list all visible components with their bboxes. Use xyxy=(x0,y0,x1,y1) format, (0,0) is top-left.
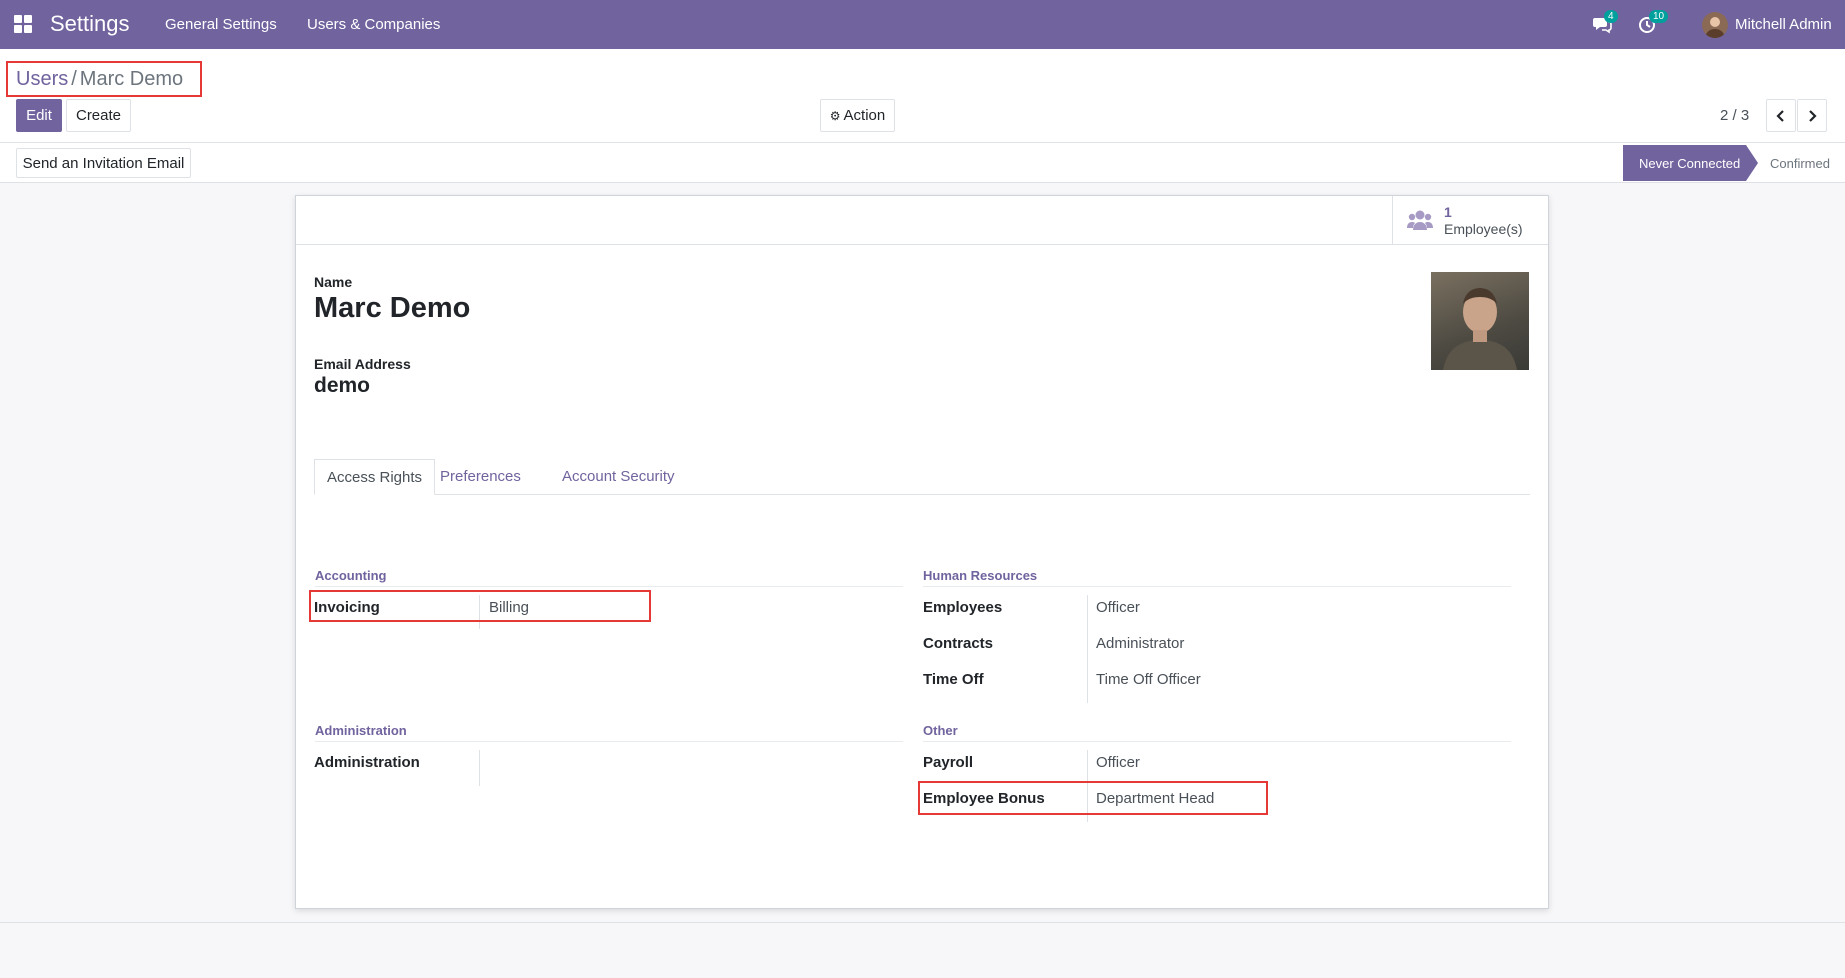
chevron-right-icon xyxy=(1809,109,1817,122)
tab-access-rights[interactable]: Access Rights xyxy=(314,459,436,495)
user-photo[interactable] xyxy=(1431,272,1529,370)
notebook-tabs: Access Rights Preferences Account Securi… xyxy=(314,459,1530,495)
activities-badge: 10 xyxy=(1649,10,1669,23)
payroll-select[interactable]: Officer xyxy=(1096,754,1140,771)
email-label: Email Address xyxy=(314,356,411,372)
messages-icon[interactable]: 4 xyxy=(1592,10,1618,36)
employees-stat-button[interactable]: 1 Employee(s) xyxy=(1392,196,1548,245)
employees-rights-select[interactable]: Officer xyxy=(1096,599,1140,616)
time-off-select[interactable]: Time Off Officer xyxy=(1096,671,1201,688)
employees-count: 1 xyxy=(1444,204,1452,220)
tab-account-security[interactable]: Account Security xyxy=(550,459,687,495)
name-label: Name xyxy=(314,274,353,290)
breadcrumb: Users / Marc Demo xyxy=(6,61,202,97)
employees-rights-label: Employees xyxy=(923,599,1003,616)
form-sheet: 1 Employee(s) Name Marc Demo Email Addre… xyxy=(295,195,1549,909)
users-group-icon xyxy=(1407,210,1433,230)
activities-clock-icon[interactable]: 10 xyxy=(1637,10,1669,36)
app-title[interactable]: Settings xyxy=(50,11,130,37)
status-arrow xyxy=(1746,145,1758,181)
edit-button[interactable]: Edit xyxy=(16,99,62,132)
status-never-connected: Never Connected xyxy=(1623,145,1746,181)
group-title-accounting: Accounting xyxy=(315,568,903,587)
contracts-select[interactable]: Administrator xyxy=(1096,635,1184,652)
send-invitation-email-button[interactable]: Send an Invitation Email xyxy=(16,148,191,178)
menu-users-companies[interactable]: Users & Companies xyxy=(307,16,440,33)
button-box: 1 Employee(s) xyxy=(296,196,1548,245)
menu-general-settings[interactable]: General Settings xyxy=(165,16,277,33)
time-off-label: Time Off xyxy=(923,671,984,688)
status-confirmed: Confirmed xyxy=(1770,156,1830,171)
group-title-human-resources: Human Resources xyxy=(923,568,1511,587)
contracts-label: Contracts xyxy=(923,635,994,652)
chevron-left-icon xyxy=(1776,109,1784,122)
highlight-box-invoicing xyxy=(309,590,651,622)
breadcrumb-current: Marc Demo xyxy=(79,68,184,90)
breadcrumb-users-link[interactable]: Users xyxy=(16,68,68,90)
field-divider xyxy=(479,750,480,786)
administration-label: Administration xyxy=(314,754,420,771)
gear-icon: ⚙ xyxy=(829,108,841,123)
top-navbar: Settings General Settings Users & Compan… xyxy=(0,0,1845,49)
name-field[interactable]: Marc Demo xyxy=(314,292,470,325)
field-divider xyxy=(1087,595,1088,703)
pager-next-button[interactable] xyxy=(1797,99,1827,132)
pager-previous-button[interactable] xyxy=(1766,99,1796,132)
create-button[interactable]: Create xyxy=(66,99,131,132)
user-avatar[interactable] xyxy=(1702,12,1728,38)
highlight-box-employee-bonus xyxy=(918,781,1268,815)
employees-label: Employee(s) xyxy=(1444,221,1523,237)
user-menu[interactable]: Mitchell Admin xyxy=(1735,16,1832,33)
payroll-label: Payroll xyxy=(923,754,974,771)
group-title-administration: Administration xyxy=(315,723,903,742)
breadcrumb-separator: / xyxy=(71,68,77,90)
apps-grid-icon[interactable] xyxy=(14,15,32,33)
group-title-other: Other xyxy=(923,723,1511,742)
messages-badge: 4 xyxy=(1604,10,1618,23)
page-footer xyxy=(0,922,1845,978)
tab-preferences[interactable]: Preferences xyxy=(428,459,533,495)
form-statusbar: Send an Invitation Email Never Connected… xyxy=(0,143,1845,183)
pager-value[interactable]: 2 / 3 xyxy=(1720,107,1749,124)
action-button[interactable]: ⚙ Action xyxy=(820,99,895,132)
control-panel: Users / Marc Demo Edit Create ⚙ Action 2 / … xyxy=(0,49,1845,143)
action-label: Action xyxy=(843,107,886,124)
email-field[interactable]: demo xyxy=(314,374,370,398)
